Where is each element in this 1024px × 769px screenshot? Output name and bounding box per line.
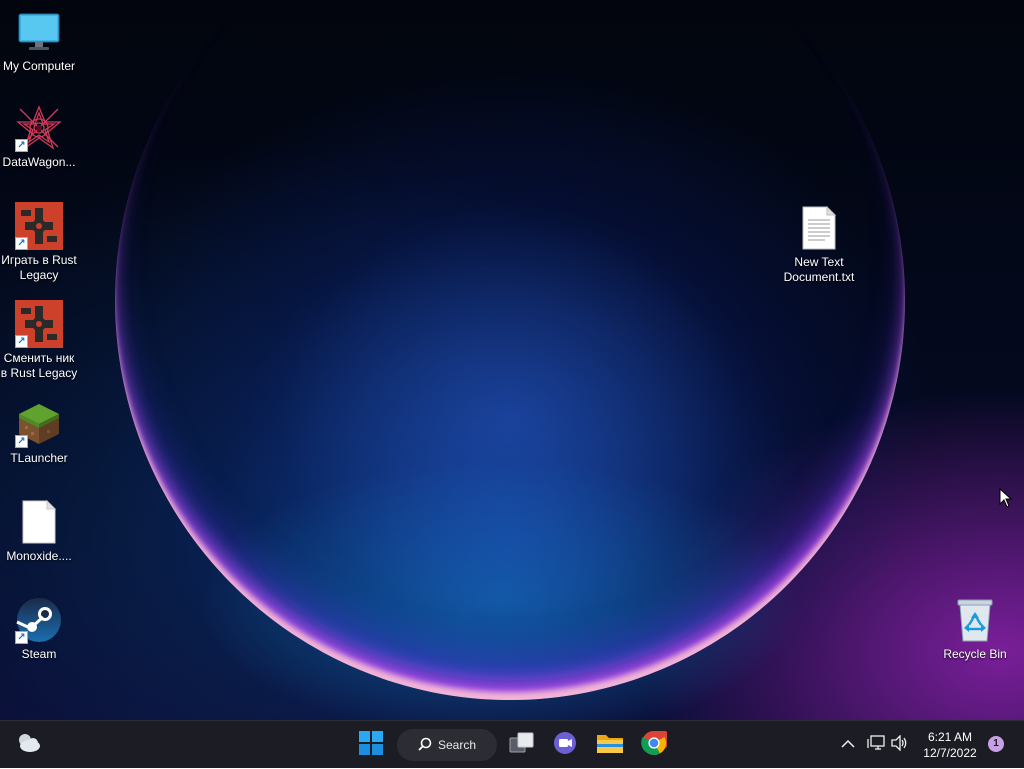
start-button[interactable]	[354, 728, 388, 762]
icon-label: My Computer	[2, 59, 76, 73]
mouse-cursor-icon	[999, 487, 1013, 513]
icon-label: TLauncher	[10, 451, 68, 465]
chrome-button[interactable]	[637, 728, 671, 762]
icon-label: Играть в Rust Legacy	[1, 253, 77, 282]
widgets-button[interactable]	[12, 728, 46, 762]
folder-icon	[596, 731, 624, 760]
shortcut-arrow-icon: ↗	[15, 631, 28, 644]
task-view-button[interactable]	[505, 728, 539, 762]
minecraft-grass-icon: ↗	[15, 400, 63, 448]
rust-icon: ↗	[15, 202, 63, 250]
taskbar: Search 6:21 AM 12/7/2022	[0, 720, 1024, 768]
volume-button[interactable]	[888, 721, 912, 769]
volume-icon	[891, 733, 909, 756]
shortcut-arrow-icon: ↗	[15, 335, 28, 348]
icon-label: Steam	[21, 647, 57, 661]
icon-label: Сменить ник в Rust Legacy	[0, 351, 78, 380]
notification-badge[interactable]: 1	[988, 736, 1004, 752]
monitor-icon	[15, 8, 63, 56]
icon-label-line1: New Text	[794, 255, 844, 269]
steam-icon: ↗	[15, 596, 63, 644]
icon-label-line2: Document.txt	[783, 270, 855, 284]
shortcut-arrow-icon: ↗	[15, 139, 28, 152]
network-icon	[867, 734, 885, 756]
windows-logo-icon	[359, 730, 383, 760]
chat-button[interactable]	[548, 728, 582, 762]
datawagon-icon: ↗	[15, 104, 63, 152]
chevron-up-icon	[841, 736, 855, 754]
desktop-icon-rust-play[interactable]: ↗ Играть в Rust Legacy	[0, 202, 78, 283]
teams-chat-icon	[552, 731, 578, 760]
weather-cloud-icon	[16, 732, 42, 759]
clock-button[interactable]: 6:21 AM 12/7/2022	[918, 729, 982, 761]
desktop-icon-recycle-bin[interactable]: Recycle Bin	[936, 596, 1014, 662]
text-document-icon	[795, 204, 843, 252]
desktop-background: My Computer ↗ DataWagon... ↗ Играть в Ru…	[0, 0, 1024, 720]
clock-date: 12/7/2022	[923, 746, 977, 760]
chrome-icon	[641, 730, 670, 761]
task-view-icon	[509, 732, 535, 759]
desktop-icon-datawagon[interactable]: ↗ DataWagon...	[0, 104, 78, 170]
search-label: Search	[437, 738, 477, 752]
wallpaper-bloom-ring	[115, 0, 905, 700]
desktop-icon-steam[interactable]: ↗ Steam	[0, 596, 78, 662]
desktop-icon-monoxide[interactable]: Monoxide....	[0, 498, 78, 564]
search-button[interactable]: Search	[397, 729, 497, 761]
shortcut-arrow-icon: ↗	[15, 435, 28, 448]
blank-file-icon	[15, 498, 63, 546]
shortcut-arrow-icon: ↗	[15, 237, 28, 250]
icon-label: DataWagon...	[2, 155, 76, 169]
tray-overflow-button[interactable]	[836, 721, 860, 769]
search-icon	[418, 737, 432, 754]
desktop-icon-my-computer[interactable]: My Computer	[0, 8, 78, 74]
clock-time: 6:21 AM	[927, 730, 973, 744]
desktop-icon-rust-change-nick[interactable]: ↗ Сменить ник в Rust Legacy	[0, 300, 78, 381]
desktop-icon-new-text-document[interactable]: New Text Document.txt	[779, 204, 859, 285]
icon-label: Recycle Bin	[943, 647, 1007, 661]
recycle-bin-icon	[951, 596, 999, 644]
wallpaper-glow	[210, 200, 810, 680]
network-button[interactable]	[864, 721, 888, 769]
file-explorer-button[interactable]	[592, 728, 628, 762]
icon-label: Monoxide....	[6, 549, 72, 563]
rust-icon: ↗	[15, 300, 63, 348]
desktop-icon-tlauncher[interactable]: ↗ TLauncher	[0, 400, 78, 466]
